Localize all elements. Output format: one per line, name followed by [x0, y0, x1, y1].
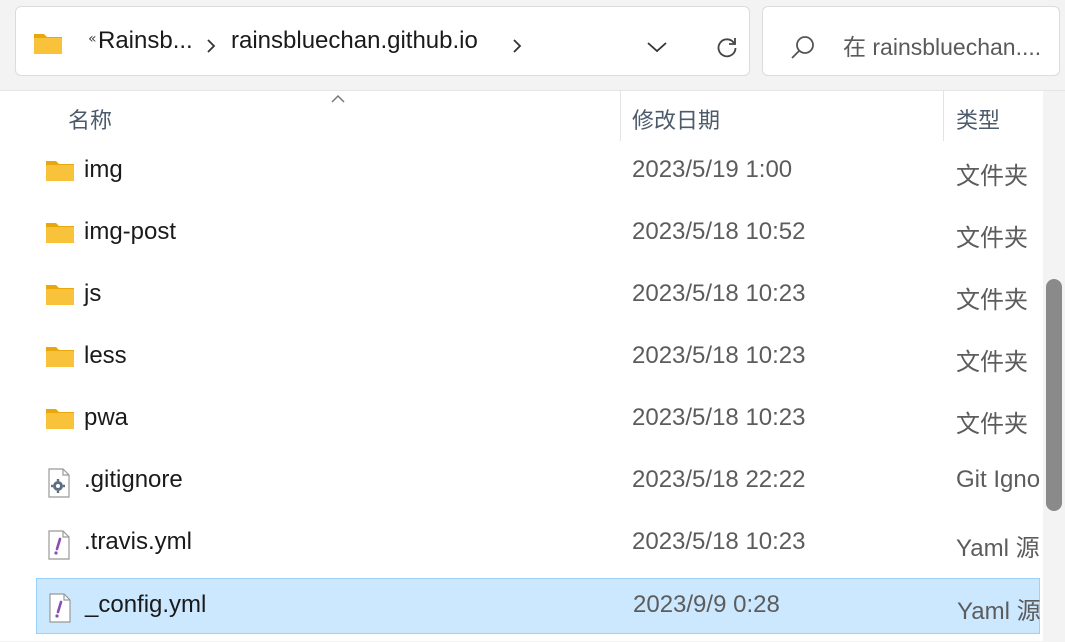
file-name[interactable]: .gitignore: [84, 466, 183, 494]
scrollbar-thumb[interactable]: [1046, 279, 1062, 511]
file-row[interactable]: img-post 2023/5/18 10:52 文件夹: [36, 206, 1040, 262]
sort-ascending-icon: [330, 89, 346, 108]
file-row[interactable]: img 2023/5/19 1:00 文件夹: [36, 144, 1040, 200]
file-modified-date: 2023/5/19 1:00: [632, 156, 793, 183]
file-modified-date: 2023/5/18 10:23: [632, 528, 806, 555]
breadcrumb-item-rainsb[interactable]: Rainsb...: [98, 27, 193, 55]
file-name[interactable]: less: [84, 342, 127, 370]
search-input[interactable]: 在 rainsbluechan....: [843, 28, 1041, 62]
file-row[interactable]: _config.yml 2023/9/9 0:28 Yaml 源: [36, 578, 1041, 634]
chevron-down-icon[interactable]: [646, 38, 668, 57]
file-modified-date: 2023/5/18 10:23: [632, 404, 806, 431]
file-row[interactable]: pwa 2023/5/18 10:23 文件夹: [36, 392, 1040, 448]
file-name[interactable]: img: [84, 156, 123, 184]
folder-icon: [45, 406, 75, 434]
column-divider[interactable]: [620, 91, 621, 141]
file-modified-date: 2023/5/18 10:23: [632, 280, 806, 307]
yaml-file-icon: [46, 593, 74, 627]
file-type: 文件夹: [956, 287, 1028, 314]
file-type: Yaml 源: [957, 598, 1041, 625]
file-name[interactable]: _config.yml: [85, 591, 206, 619]
file-row[interactable]: js 2023/5/18 10:23 文件夹: [36, 268, 1040, 324]
file-type: 文件夹: [956, 163, 1028, 190]
file-modified-date: 2023/5/18 10:23: [632, 342, 806, 369]
breadcrumb-item-repo[interactable]: rainsbluechan.github.io: [231, 27, 478, 55]
gear-file-icon: [45, 468, 73, 502]
folder-icon: [33, 31, 63, 59]
file-list: 名称 修改日期 类型 img 2023/5/19 1:00 文件夹 img-post 2…: [0, 89, 1065, 642]
refresh-icon[interactable]: [715, 35, 739, 63]
file-name[interactable]: .travis.yml: [84, 528, 192, 556]
file-modified-date: 2023/9/9 0:28: [633, 591, 780, 618]
yaml-file-icon: [45, 530, 73, 564]
folder-icon: [45, 158, 75, 186]
address-bar[interactable]: « Rainsb... rainsbluechan.github.io: [15, 6, 750, 76]
column-header-name[interactable]: 名称: [68, 103, 112, 135]
file-type: Git Ignore: [956, 466, 1040, 493]
folder-icon: [45, 282, 75, 310]
column-header-type[interactable]: 类型: [956, 103, 1000, 135]
search-box[interactable]: 在 rainsbluechan....: [762, 6, 1060, 76]
file-modified-date: 2023/5/18 22:22: [632, 466, 806, 493]
file-type: Yaml 源: [956, 535, 1040, 562]
file-type: 文件夹: [956, 411, 1028, 438]
toolbar: « Rainsb... rainsbluechan.github.io 在 ra…: [0, 0, 1065, 90]
file-name[interactable]: pwa: [84, 404, 128, 432]
file-row[interactable]: less 2023/5/18 10:23 文件夹: [36, 330, 1040, 386]
file-row[interactable]: .gitignore 2023/5/18 22:22 Git Ignore: [36, 454, 1040, 510]
file-name[interactable]: js: [84, 280, 101, 308]
column-divider[interactable]: [943, 91, 944, 141]
file-type: 文件夹: [956, 225, 1028, 252]
file-type: 文件夹: [956, 349, 1028, 376]
folder-icon: [45, 220, 75, 248]
folder-icon: [45, 344, 75, 372]
column-header-modified[interactable]: 修改日期: [632, 103, 720, 135]
chevron-right-icon[interactable]: [206, 38, 216, 58]
file-modified-date: 2023/5/18 10:52: [632, 218, 806, 245]
file-name[interactable]: img-post: [84, 218, 176, 246]
breadcrumb-overflow-button[interactable]: «: [88, 31, 96, 47]
chevron-right-icon[interactable]: [512, 38, 522, 58]
search-icon: [789, 34, 817, 66]
file-row[interactable]: .travis.yml 2023/5/18 10:23 Yaml 源: [36, 516, 1040, 572]
